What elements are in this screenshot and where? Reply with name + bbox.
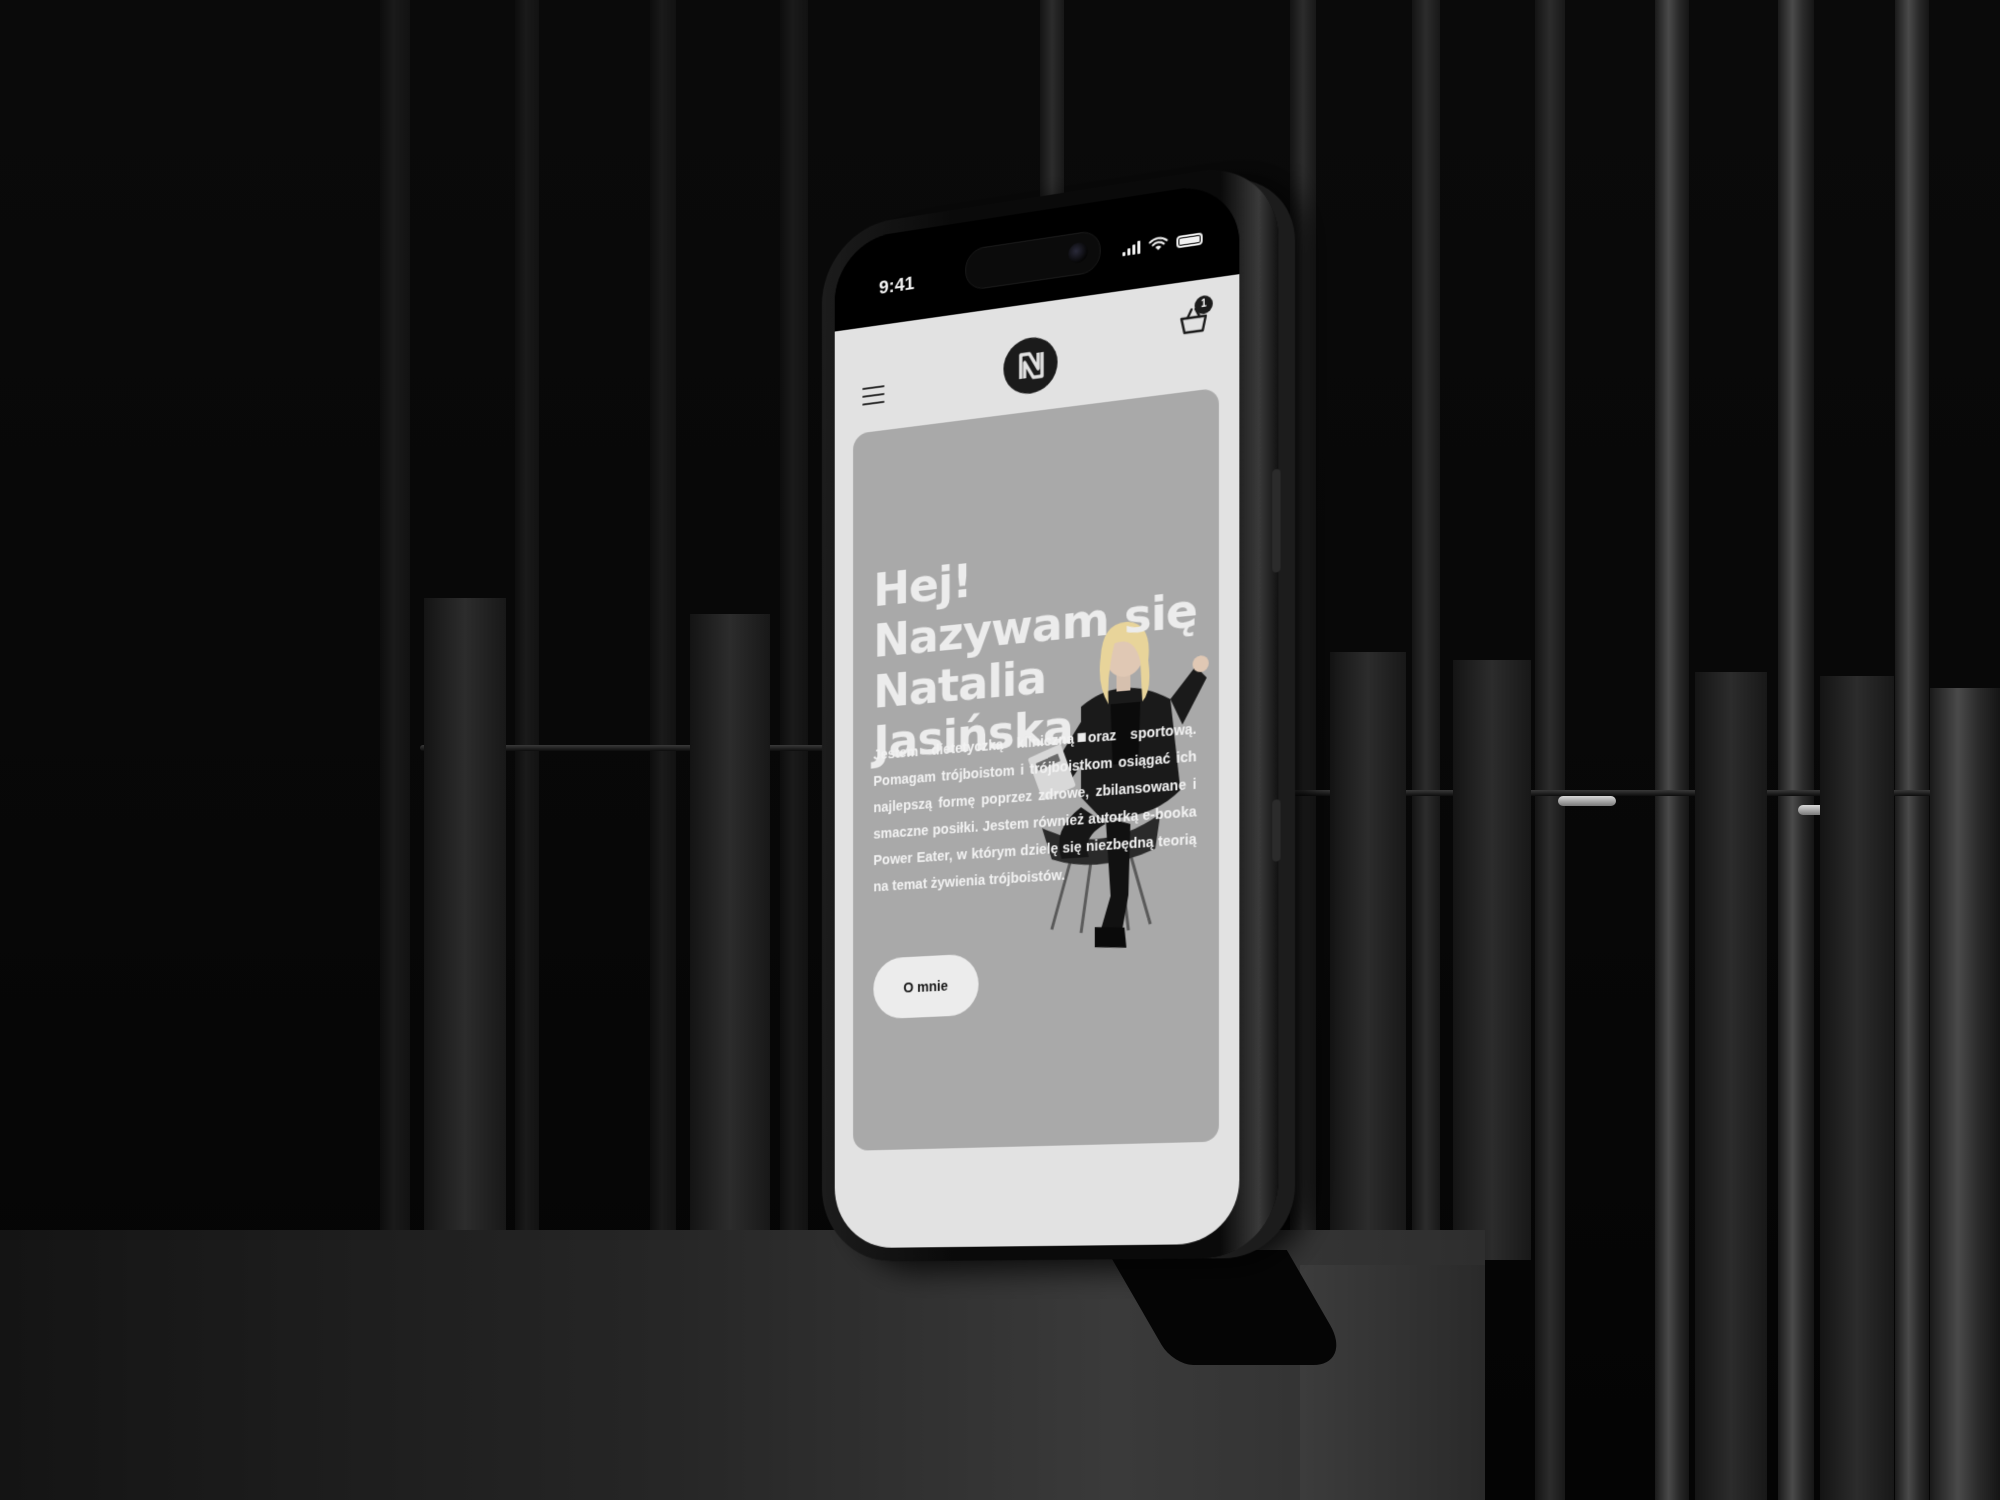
app-page: 1 Hej! Nazywam się Natalia Jasińska. Jes…	[834, 274, 1240, 1249]
wifi-icon	[1148, 235, 1168, 251]
phone-mockup: 9:41 1 Hej! Nazywam się Natalia Jasińska…	[821, 159, 1281, 1263]
background-block	[690, 614, 770, 1240]
background-slat	[1895, 0, 1929, 1500]
hamburger-menu-icon[interactable]	[862, 385, 885, 406]
pedestal-face	[1300, 1265, 1485, 1500]
background-slat	[1535, 0, 1565, 1500]
phone-screen: 9:41 1 Hej! Nazywam się Natalia Jasińska…	[834, 179, 1240, 1249]
background-block	[1453, 660, 1531, 1260]
logo-mark	[1003, 334, 1057, 397]
background-slat	[380, 0, 410, 1240]
hero-card: Hej! Nazywam się Natalia Jasińska. Jeste…	[853, 387, 1219, 1151]
basket-icon[interactable]: 1	[1176, 294, 1213, 340]
background-slat	[780, 0, 808, 1240]
background-block	[1820, 676, 1894, 1500]
phone-side-button	[1272, 468, 1281, 573]
dynamic-island	[965, 229, 1101, 292]
background-slat	[650, 0, 676, 1240]
phone-side-button	[1272, 799, 1281, 862]
hero-description: Jestem dietetyczką kliniczną oraz sporto…	[873, 720, 1197, 895]
background-slat	[1412, 0, 1440, 1260]
about-me-button[interactable]: O mnie	[873, 953, 979, 1020]
background-block	[1330, 652, 1406, 1240]
background-slat	[1778, 0, 1814, 1500]
battery-icon	[1176, 232, 1203, 249]
background-slat	[1655, 0, 1689, 1500]
cellular-signal-icon	[1122, 240, 1141, 257]
background-block	[1695, 672, 1767, 1500]
n-monogram-logo-icon[interactable]	[1003, 333, 1058, 398]
rail-knob	[1558, 796, 1616, 806]
background-block	[424, 598, 506, 1238]
background-slat	[515, 0, 539, 1240]
front-camera-icon	[1068, 241, 1088, 265]
background-block	[1930, 688, 2000, 1500]
status-time: 9:41	[878, 273, 915, 299]
mockup-scene: 9:41 1 Hej! Nazywam się Natalia Jasińska…	[0, 0, 2000, 1500]
status-icons	[1122, 230, 1203, 257]
background-slat	[1290, 0, 1316, 1240]
